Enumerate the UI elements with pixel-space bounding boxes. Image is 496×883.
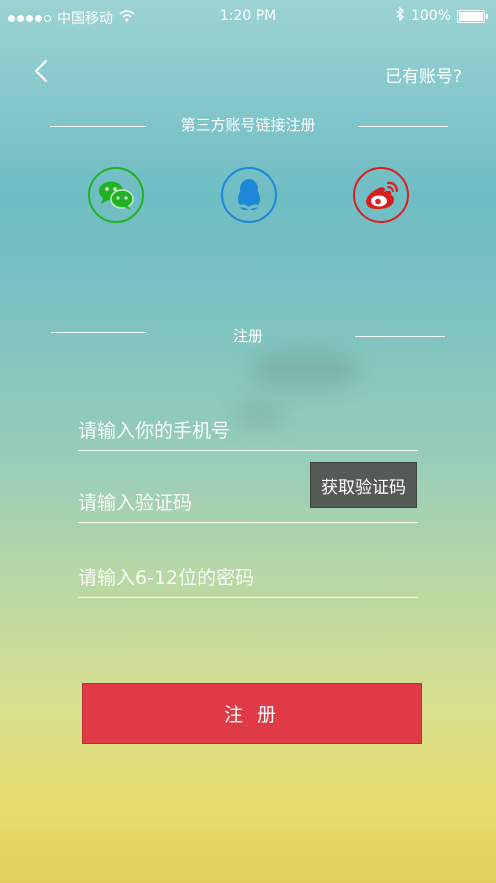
back-button[interactable] [30,58,54,86]
password-input[interactable] [78,567,418,589]
background-blur [250,350,360,390]
wechat-icon [99,181,134,210]
battery-tip [486,13,488,19]
register-button[interactable]: 注 册 [82,683,422,744]
password-field [78,557,418,598]
status-right: 100% [396,6,488,25]
chevron-left-icon [34,59,48,83]
get-code-button[interactable]: 获取验证码 [310,462,417,508]
divider-line [358,126,448,127]
weibo-icon [366,181,399,210]
battery-percent: 100% [410,8,451,24]
third-party-title: 第三方账号链接注册 [180,116,316,134]
verification-code-input[interactable] [78,492,298,514]
battery-icon [457,9,485,23]
qq-icon [238,179,260,211]
bluetooth-icon [396,6,405,25]
status-bar: 中国移动 1:20 PM 100% [0,0,496,32]
wechat-login-button[interactable] [88,167,144,223]
divider-line [355,336,445,337]
weibo-login-button[interactable] [353,167,409,223]
register-screen: 中国移动 1:20 PM 100% 已有账号? 第三方账号链接注册 注册 请输入… [0,0,496,883]
phone-input[interactable] [78,420,418,442]
have-account-link[interactable]: 已有账号? [385,62,462,87]
qq-login-button[interactable] [221,167,277,223]
phone-field [78,410,418,451]
